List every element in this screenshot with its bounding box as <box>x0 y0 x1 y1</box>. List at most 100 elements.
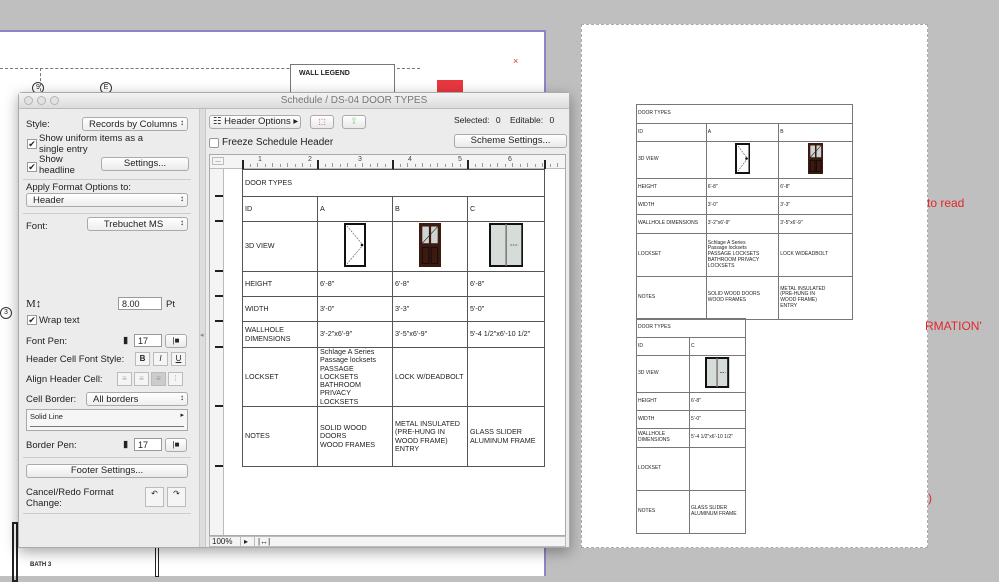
table-title[interactable]: DOOR TYPES <box>242 169 545 197</box>
border-pen-input[interactable]: 17 <box>134 438 162 451</box>
table-cell[interactable]: 6'-8" <box>688 392 747 411</box>
table-cell[interactable] <box>467 221 545 272</box>
row-label[interactable]: HEIGHT <box>636 392 690 411</box>
table-cell[interactable]: C <box>467 196 545 222</box>
table-cell[interactable]: 3'-3" <box>392 296 468 322</box>
column-marker[interactable] <box>544 160 546 169</box>
table-cell[interactable]: 3'-2"x6'-9" <box>317 321 393 348</box>
schedule-editor[interactable]: … 1 2 3 4 5 6 DOOR TYPES ID A B C 3D VIEW HEIGHT 6'-… <box>209 154 566 536</box>
fit-width-icon[interactable]: |↔| <box>254 537 273 546</box>
update-button[interactable]: ⇪ <box>342 115 366 129</box>
row-label[interactable]: ID <box>242 196 318 222</box>
row-marker[interactable] <box>215 195 223 197</box>
row-label[interactable]: WALLHOLE DIMENSIONS <box>636 428 690 448</box>
title-bar[interactable]: Schedule / DS-04 DOOR TYPES <box>19 93 569 109</box>
table-cell[interactable]: METAL INSULATED (PRE-HUNG IN WOOD FRAME) EN… <box>392 406 468 467</box>
column-marker[interactable] <box>317 160 319 169</box>
table-cell[interactable]: LOCK W/DEADBOLT <box>778 233 853 277</box>
table-cell[interactable]: B <box>778 123 853 142</box>
settings-button[interactable]: Settings... <box>101 157 189 171</box>
table-cell[interactable] <box>317 221 393 272</box>
apply-select[interactable]: Header <box>26 193 188 207</box>
table-cell[interactable] <box>392 221 468 272</box>
border-pen-color[interactable]: |■ <box>165 438 187 452</box>
table-cell[interactable]: 6'-8" <box>317 271 393 297</box>
wrap-checkbox[interactable]: ✔ <box>27 315 37 325</box>
row-label[interactable]: LOCKSET <box>636 447 690 491</box>
align-left-button[interactable]: ≡ <box>117 372 132 386</box>
table-cell[interactable]: Schlage A Series Passage locksets PASSAGE … <box>705 233 780 277</box>
table-cell[interactable]: 3'-0" <box>317 296 393 322</box>
column-marker[interactable] <box>467 160 469 169</box>
table-cell[interactable] <box>688 447 747 491</box>
column-marker[interactable] <box>392 160 394 169</box>
zoom-level[interactable]: 100% <box>212 537 232 546</box>
table-cell[interactable] <box>467 347 545 407</box>
row-label[interactable]: NOTES <box>636 276 707 320</box>
table-cell[interactable]: 3'-2"x6'-9" <box>705 214 780 234</box>
row-label[interactable]: WALLHOLE DIMENSIONS <box>636 214 707 234</box>
table-cell[interactable]: SOLID WOOD DOORS WOOD FRAMES <box>705 276 780 320</box>
italic-button[interactable]: I <box>153 352 168 366</box>
panel-splitter[interactable]: ◂ <box>199 109 206 547</box>
table-cell[interactable]: A <box>317 196 393 222</box>
table-cell[interactable]: 3'-0" <box>705 196 780 215</box>
table-cell[interactable]: 3'-5"x6'-9" <box>392 321 468 348</box>
ruler-options[interactable]: … <box>212 157 224 165</box>
style-select[interactable]: Records by Columns <box>82 117 188 131</box>
table-cell[interactable]: 3'-5"x6'-9" <box>778 214 853 234</box>
freeze-header-checkbox[interactable] <box>209 138 219 148</box>
font-pen-color[interactable]: |■ <box>165 334 187 348</box>
font-size-input[interactable]: 8.00 <box>118 297 162 310</box>
undo-format-button[interactable]: ↶ <box>145 487 164 507</box>
row-label[interactable]: ID <box>636 123 707 142</box>
table-cell[interactable]: SOLID WOOD DOORS WOOD FRAMES <box>317 406 393 467</box>
header-options-button[interactable]: ☷ Header Options ▸ <box>209 115 301 129</box>
align-center-button[interactable]: ≡ <box>134 372 149 386</box>
table-cell[interactable]: 6'-8" <box>392 271 468 297</box>
select-cells-button[interactable]: ⬚ <box>310 115 334 129</box>
column-marker[interactable] <box>242 160 244 169</box>
row-label[interactable]: 3D VIEW <box>242 221 318 272</box>
redo-format-button[interactable]: ↷ <box>167 487 186 507</box>
footer-settings-button[interactable]: Footer Settings... <box>26 464 188 478</box>
row-marker[interactable] <box>215 270 223 272</box>
row-label[interactable]: NOTES <box>636 490 690 534</box>
row-label[interactable]: LOCKSET <box>242 347 318 407</box>
table-title[interactable]: DOOR TYPES <box>636 104 853 124</box>
cell-border-select[interactable]: All borders <box>86 392 188 406</box>
row-marker[interactable] <box>215 405 223 407</box>
table-cell[interactable]: GLASS SLIDER ALUMINUM FRAME <box>688 490 747 534</box>
table-cell[interactable]: C <box>688 337 747 356</box>
line-type-select[interactable]: Solid Line ▸ <box>26 409 188 431</box>
table-cell[interactable]: GLASS SLIDER ALUMINUM FRAME <box>467 406 545 467</box>
row-label[interactable]: NOTES <box>242 406 318 467</box>
row-marker[interactable] <box>215 295 223 297</box>
font-pen-input[interactable]: 17 <box>134 334 162 347</box>
row-label[interactable]: HEIGHT <box>636 178 707 197</box>
font-select[interactable]: Trebuchet MS <box>87 217 188 231</box>
table-cell[interactable]: 5'-0" <box>467 296 545 322</box>
row-label[interactable]: WIDTH <box>636 196 707 215</box>
row-label[interactable]: LOCKSET <box>636 233 707 277</box>
table-cell[interactable]: 6'-8" <box>778 178 853 197</box>
schedule-table[interactable]: DOOR TYPES ID A B C 3D VIEW HEIGHT 6'-8" 6'-8" 6… <box>242 169 545 467</box>
align-justify-button[interactable]: ⁞ <box>168 372 183 386</box>
row-label[interactable]: 3D VIEW <box>636 141 707 179</box>
row-marker[interactable] <box>215 220 223 222</box>
table-cell[interactable]: METAL INSULATED (PRE-HUNG IN WOOD FRAME) EN… <box>778 276 853 320</box>
table-cell[interactable] <box>705 141 780 179</box>
align-right-button[interactable]: ≡ <box>151 372 166 386</box>
row-marker[interactable] <box>215 346 223 348</box>
headline-checkbox[interactable]: ✔ <box>27 162 37 172</box>
row-label[interactable]: HEIGHT <box>242 271 318 297</box>
table-cell[interactable] <box>778 141 853 179</box>
table-cell[interactable]: Schlage A Series Passage locksets PASSAGE … <box>317 347 393 407</box>
table-cell[interactable]: A <box>705 123 780 142</box>
row-label[interactable]: WIDTH <box>636 410 690 429</box>
table-cell[interactable]: 6'-8" <box>705 178 780 197</box>
table-cell[interactable]: 5'-0" <box>688 410 747 429</box>
row-label[interactable]: WALLHOLE DIMENSIONS <box>242 321 318 348</box>
uniform-checkbox[interactable]: ✔ <box>27 139 37 149</box>
table-cell[interactable]: 5'-4 1/2"x6'-10 1/2" <box>467 321 545 348</box>
